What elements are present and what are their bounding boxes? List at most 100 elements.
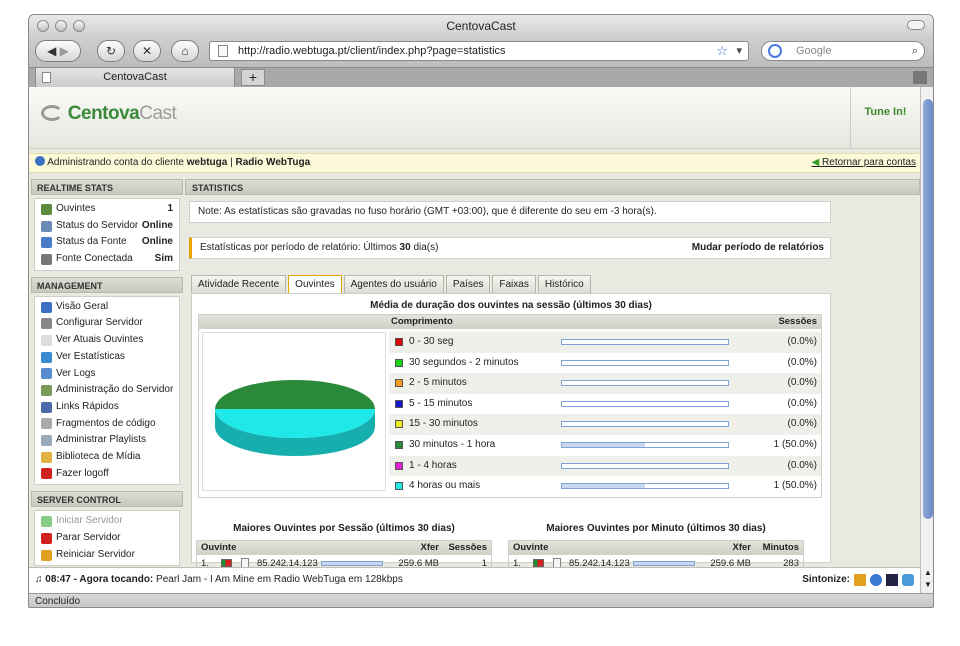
browser-window: CentovaCast ◀ ▶ ↻ ✕ ⌂ http://radio.webtu… bbox=[28, 14, 934, 608]
url-text[interactable]: http://radio.webtuga.pt/client/index.php… bbox=[238, 45, 506, 57]
sidebar-item-fragmentos-de-codigo[interactable]: Fragmentos de código bbox=[35, 416, 179, 433]
duration-bar bbox=[561, 380, 729, 387]
statistics-tabs: Atividade Recente Ouvintes Agentes do usuá… bbox=[191, 275, 591, 294]
info-prefix: Administrando conta do cliente bbox=[47, 157, 184, 168]
sidebar-item-status-da-fonte[interactable]: Status da Fonte Online bbox=[35, 234, 179, 251]
duration-bar bbox=[561, 483, 729, 490]
portugal-flag-icon bbox=[533, 559, 544, 567]
sidebar-item-value: Online bbox=[141, 236, 173, 248]
scroll-up-arrow-icon[interactable]: ▲ bbox=[924, 568, 932, 577]
scroll-down-arrow-icon[interactable]: ▼ bbox=[924, 580, 932, 589]
pie-chart-svg bbox=[215, 380, 375, 456]
sidebar-item-label: Ver Atuais Ouvintes bbox=[56, 334, 144, 346]
tab-bar: CentovaCast + bbox=[29, 67, 933, 88]
return-to-accounts-link[interactable]: ◀ Retornar para contas bbox=[812, 154, 916, 172]
dropdown-arrow-icon[interactable]: ▾ bbox=[736, 42, 742, 60]
sidebar-item-administracao-do-servidor[interactable]: Administração do Servidor bbox=[35, 382, 179, 399]
sidebar-item-ver-logs[interactable]: Ver Logs bbox=[35, 366, 179, 383]
reload-icon: ↻ bbox=[105, 44, 117, 58]
duration-bar bbox=[561, 441, 729, 448]
server-status-icon bbox=[41, 220, 52, 232]
sidebar-item-biblioteca-de-midia[interactable]: Biblioteca de Mídia bbox=[35, 449, 179, 466]
search-icon[interactable]: ⌕ bbox=[912, 42, 918, 60]
tab-paises[interactable]: Países bbox=[445, 275, 491, 293]
legend-swatch bbox=[395, 379, 403, 388]
toolbar-toggle-button[interactable] bbox=[907, 20, 925, 30]
sidebar-item-ouvintes[interactable]: Ouvintes 1 bbox=[35, 201, 179, 218]
tab-list-button[interactable] bbox=[913, 71, 927, 84]
sidebar-item-ver-atuais-ouvintes[interactable]: Ver Atuais Ouvintes bbox=[35, 332, 179, 349]
stop-button[interactable]: ✕ bbox=[133, 40, 161, 62]
title-bar: CentovaCast bbox=[29, 15, 933, 37]
return-link-label[interactable]: Retornar para contas bbox=[822, 157, 916, 168]
pie-slice bbox=[215, 380, 375, 409]
listeners-panel: Média de duração dos ouvintes na sessão … bbox=[191, 293, 831, 574]
duration-row: 4 horas ou mais 1 (50.0%) bbox=[389, 476, 821, 497]
back-arrow-icon[interactable]: ◀ bbox=[47, 44, 56, 58]
now-playing-track: Pearl Jam - I Am Mine em Radio WebTuga e… bbox=[156, 574, 403, 585]
period-suffix: dia(s) bbox=[413, 242, 439, 253]
col-listener-header: Ouvinte bbox=[513, 542, 549, 553]
sidebar-item-visao-geral[interactable]: Visão Geral bbox=[35, 299, 179, 316]
sidebar-item-status-do-servidor[interactable]: Status do Servidor Online bbox=[35, 218, 179, 235]
bookmark-star-icon[interactable]: ☆ bbox=[716, 42, 728, 60]
sidebar-item-ver-estatisticas[interactable]: Ver Estatísticas bbox=[35, 349, 179, 366]
duration-row: 15 - 30 minutos (0.0%) bbox=[389, 414, 821, 435]
reload-button[interactable]: ↻ bbox=[97, 40, 125, 62]
home-button[interactable]: ⌂ bbox=[171, 40, 199, 62]
tab-page-icon bbox=[42, 72, 51, 83]
now-playing-bar: ♫ 08:47 - Agora tocando: Pearl Jam - I A… bbox=[29, 567, 920, 593]
sidebar-item-parar-servidor[interactable]: Parar Servidor bbox=[35, 530, 179, 547]
duration-bar-fill bbox=[562, 442, 645, 447]
tune-in-links: Sintonize: bbox=[802, 568, 914, 592]
top-minutes-header: Ouvinte Xfer Minutos bbox=[509, 541, 803, 555]
tab-faixas[interactable]: Faixas bbox=[492, 275, 536, 293]
sidebar-item-value: Sim bbox=[154, 253, 173, 265]
close-window-button[interactable] bbox=[37, 20, 49, 32]
plus-icon: + bbox=[248, 69, 258, 85]
zoom-window-button[interactable] bbox=[73, 20, 85, 32]
sidebar-item-administrar-playlists[interactable]: Administrar Playlists bbox=[35, 432, 179, 449]
forward-arrow-icon[interactable]: ▶ bbox=[60, 44, 69, 58]
sidebar-item-links-rapidos[interactable]: Links Rápidos bbox=[35, 399, 179, 416]
statistics-main: STATISTICS Note: As estatísticas são gra… bbox=[185, 179, 920, 574]
tab-historico[interactable]: Histórico bbox=[537, 275, 591, 293]
back-forward-buttons[interactable]: ◀ ▶ bbox=[35, 40, 81, 62]
winamp-icon[interactable] bbox=[854, 574, 866, 586]
tab-ouvintes[interactable]: Ouvintes bbox=[288, 275, 342, 294]
search-box[interactable]: Google ⌕ bbox=[761, 41, 925, 61]
scrollbar-thumb[interactable] bbox=[923, 99, 933, 519]
duration-title: Média de duração dos ouvintes na sessão … bbox=[370, 300, 652, 311]
address-bar[interactable]: http://radio.webtuga.pt/client/index.php… bbox=[209, 41, 749, 61]
tune-in-link[interactable]: Tune In! bbox=[850, 87, 920, 149]
quicktime-icon[interactable] bbox=[902, 574, 914, 586]
change-period-link[interactable]: Mudar período de relatórios bbox=[692, 238, 824, 258]
duration-label: 5 - 15 minutos bbox=[409, 397, 473, 409]
sidebar-item-label: Visão Geral bbox=[56, 300, 109, 312]
realplayer-icon[interactable] bbox=[886, 574, 898, 586]
duration-pie-chart bbox=[202, 332, 386, 491]
sidebar-item-fazer-logoff[interactable]: Fazer logoff bbox=[35, 466, 179, 483]
sidebar-item-iniciar-servidor[interactable]: Iniciar Servidor bbox=[35, 513, 179, 530]
source-status-icon bbox=[41, 237, 52, 249]
xfer-bar bbox=[321, 561, 383, 566]
duration-row: 30 minutos - 1 hora 1 (50.0%) bbox=[389, 435, 821, 456]
sidebar-item-reiniciar-servidor[interactable]: Reiniciar Servidor bbox=[35, 547, 179, 564]
tab-atividade-recente[interactable]: Atividade Recente bbox=[191, 275, 287, 293]
sidebar-item-fonte-conectada[interactable]: Fonte Conectada Sim bbox=[35, 251, 179, 268]
restart-icon bbox=[41, 549, 52, 561]
logo-main-text: Centova bbox=[67, 103, 140, 124]
media-player-icon[interactable] bbox=[870, 574, 882, 586]
new-tab-button[interactable]: + bbox=[241, 69, 265, 86]
duration-value: 1 (50.0%) bbox=[773, 480, 817, 492]
portugal-flag-icon bbox=[221, 559, 232, 567]
browser-tab[interactable]: CentovaCast bbox=[35, 68, 235, 88]
minimize-window-button[interactable] bbox=[55, 20, 67, 32]
book-icon bbox=[41, 401, 52, 413]
tab-agentes-do-usuario[interactable]: Agentes do usuário bbox=[343, 275, 444, 293]
google-icon[interactable] bbox=[768, 44, 782, 58]
start-icon bbox=[41, 516, 52, 528]
vertical-scrollbar[interactable]: ▲ ▼ bbox=[920, 87, 933, 593]
duration-bar-fill bbox=[562, 484, 645, 489]
sidebar-item-configurar-servidor[interactable]: Configurar Servidor bbox=[35, 315, 179, 332]
